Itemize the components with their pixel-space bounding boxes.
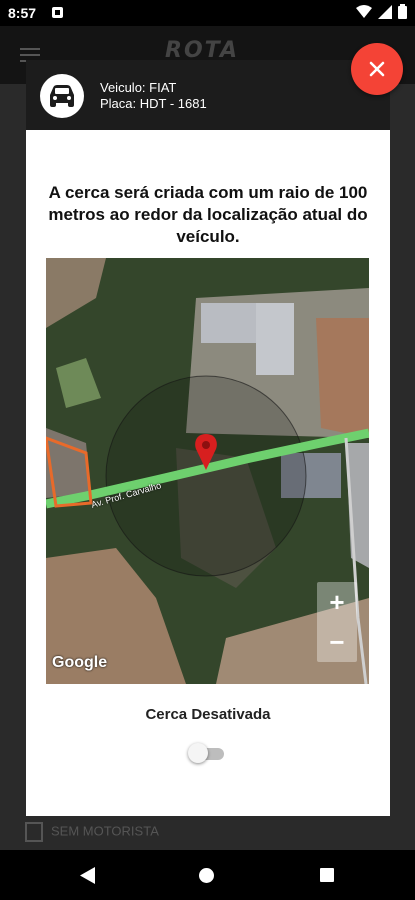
notification-icon <box>52 7 63 18</box>
menu-icon <box>20 48 40 50</box>
vehicle-info: Veiculo: FIAT Placa: HDT - 1681 <box>100 80 207 112</box>
driver-icon <box>25 822 43 842</box>
close-icon <box>369 61 385 77</box>
close-button[interactable] <box>351 43 403 95</box>
zoom-in-button[interactable]: + <box>317 582 357 622</box>
car-avatar <box>40 74 84 118</box>
wifi-icon <box>356 4 372 18</box>
zoom-control: + − <box>317 582 357 662</box>
vehicle-name: Veiculo: FIAT <box>100 80 177 95</box>
dialog-header: Veiculo: FIAT Placa: HDT - 1681 <box>26 60 390 130</box>
battery-icon <box>398 4 407 19</box>
fence-message: A cerca será criada com um raio de 100 m… <box>48 183 368 246</box>
google-logo: Google <box>52 654 108 671</box>
car-icon <box>50 85 74 107</box>
status-bar: 8:57 <box>0 0 415 26</box>
navigation-bar <box>0 850 415 900</box>
signal-icon <box>378 4 392 19</box>
status-time: 8:57 <box>8 5 37 21</box>
geofence-dialog: Veiculo: FIAT Placa: HDT - 1681 A cerca … <box>26 60 390 816</box>
satellite-map[interactable]: Av. Prof. Carvalho + − Google <box>46 258 369 684</box>
fence-toggle[interactable] <box>188 742 224 764</box>
fence-status-label: Cerca Desativada <box>145 706 271 723</box>
zoom-out-button[interactable]: − <box>317 622 357 662</box>
background-list-item-label: SEM MOTORISTA <box>51 823 159 839</box>
toggle-thumb <box>188 743 208 763</box>
recent-apps-icon[interactable] <box>320 868 334 882</box>
vehicle-plate: Placa: HDT - 1681 <box>100 96 207 111</box>
status-icons <box>356 4 407 19</box>
home-icon[interactable] <box>199 868 214 883</box>
background-list-item: SEM MOTORISTA <box>25 822 159 842</box>
back-icon[interactable] <box>80 867 96 884</box>
